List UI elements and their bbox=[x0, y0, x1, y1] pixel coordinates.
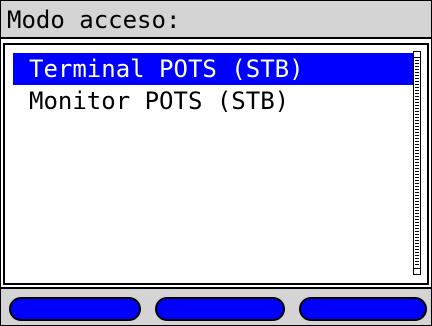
softkey-bar bbox=[1, 287, 431, 325]
access-mode-list: Terminal POTS (STB) Monitor POTS (STB) bbox=[3, 43, 429, 285]
device-screen: Modo acceso: Terminal POTS (STB) Monitor… bbox=[0, 0, 432, 326]
softkey-1-button[interactable] bbox=[9, 297, 141, 321]
list-item-monitor-pots[interactable]: Monitor POTS (STB) bbox=[13, 85, 414, 117]
scrollbar[interactable] bbox=[413, 51, 421, 275]
title-bar: Modo acceso: bbox=[1, 1, 431, 39]
scroll-down-arrow-icon[interactable] bbox=[414, 268, 420, 274]
softkey-2-button[interactable] bbox=[155, 297, 285, 321]
page-title: Modo acceso: bbox=[7, 6, 181, 34]
scroll-thumb[interactable] bbox=[415, 60, 419, 266]
softkey-3-button[interactable] bbox=[299, 297, 427, 321]
scroll-up-arrow-icon[interactable] bbox=[414, 52, 420, 58]
list-item-terminal-pots[interactable]: Terminal POTS (STB) bbox=[13, 53, 414, 85]
